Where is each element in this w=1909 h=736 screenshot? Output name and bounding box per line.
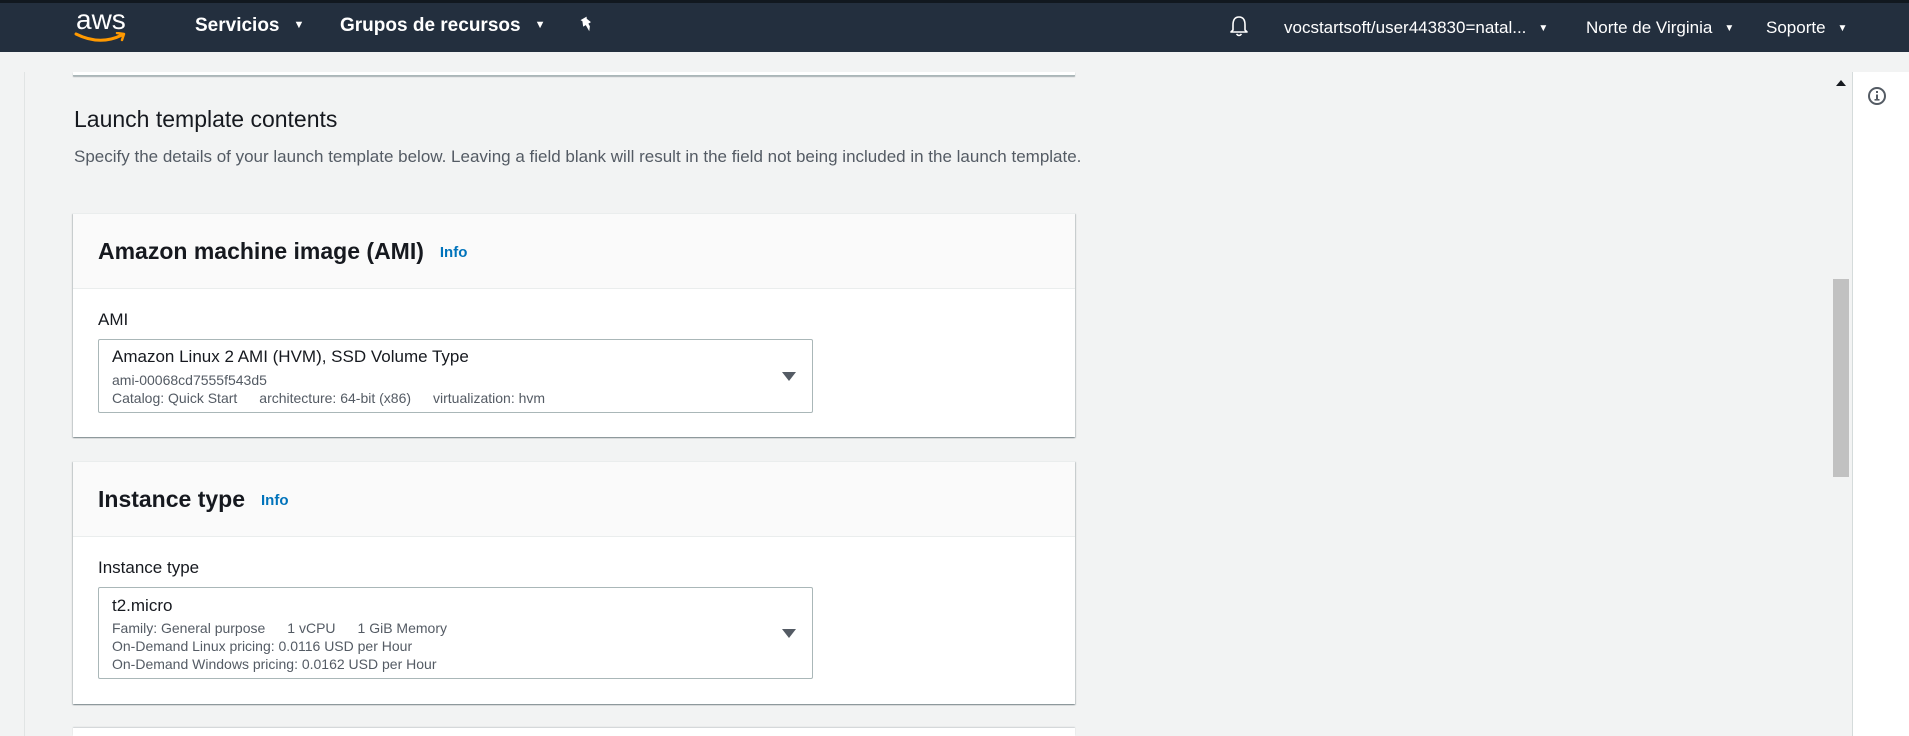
scrollbar-thumb[interactable] [1833, 279, 1849, 477]
instance-vcpu: 1 vCPU [287, 620, 336, 636]
instance-type-select[interactable]: t2.micro Family: General purpose 1 vCPU 1 … [98, 587, 813, 679]
instance-type-card-title: Instance type [98, 486, 245, 512]
instance-type-card-header: Instance type Info [73, 462, 1075, 537]
bell-icon[interactable] [1228, 14, 1250, 38]
next-card-top [73, 728, 1075, 736]
ami-card-header: Amazon machine image (AMI) Info [73, 214, 1075, 289]
chevron-down-icon: ▼ [1538, 23, 1549, 34]
ami-virtualization: virtualization: hvm [433, 390, 546, 406]
chevron-down-icon: ▼ [293, 19, 305, 31]
ami-selected-id: ami-00068cd7555f543d5 [112, 372, 267, 388]
instance-type-card: Instance type Info Instance type t2.micro… [73, 461, 1075, 704]
services-menu[interactable]: Servicios ▼ [195, 15, 304, 37]
ami-field-label: AMI [98, 310, 129, 329]
ami-card-title-row: Amazon machine image (AMI) Info [98, 238, 467, 265]
region-menu[interactable]: Norte de Virginia ▼ [1586, 18, 1734, 38]
ami-architecture: architecture: 64-bit (x86) [259, 390, 412, 406]
chevron-down-icon: ▼ [1724, 23, 1735, 34]
info-circle-icon[interactable] [1867, 86, 1887, 106]
chevron-down-icon: ▼ [1837, 23, 1848, 34]
ami-card: Amazon machine image (AMI) Info AMI Amazo… [73, 213, 1075, 437]
instance-type-selected-name: t2.micro [112, 596, 173, 615]
help-panel-strip [1852, 72, 1909, 736]
caret-down-icon [782, 372, 796, 381]
ami-selected-details: Catalog: Quick Start architecture: 64-bit… [112, 390, 567, 406]
instance-type-card-title-row: Instance type Info [98, 486, 289, 513]
instance-family: Family: General purpose [112, 620, 266, 636]
resource-groups-menu-label: Grupos de recursos [340, 15, 521, 36]
account-menu[interactable]: vocstartsoft/user443830=natal... ▼ [1284, 18, 1548, 38]
scroll-up-arrow-icon[interactable] [1836, 80, 1846, 86]
section-description: Specify the details of your launch templ… [74, 147, 1082, 166]
nav-top-edge [0, 0, 1909, 3]
resource-groups-menu[interactable]: Grupos de recursos ▼ [340, 15, 545, 37]
previous-card-bottom [73, 72, 1075, 76]
account-menu-label: vocstartsoft/user443830=natal... [1284, 18, 1527, 37]
ami-card-title: Amazon machine image (AMI) [98, 238, 424, 264]
aws-smile-icon [74, 32, 126, 42]
services-menu-label: Servicios [195, 15, 280, 36]
ami-selected-name: Amazon Linux 2 AMI (HVM), SSD Volume Typ… [112, 347, 469, 366]
caret-down-icon [782, 629, 796, 638]
instance-type-info-link[interactable]: Info [261, 492, 289, 509]
instance-memory: 1 GiB Memory [357, 620, 447, 636]
instance-linux-pricing: On-Demand Linux pricing: 0.0116 USD per … [112, 638, 413, 654]
top-navigation-bar: aws Servicios ▼ Grupos de recursos ▼ vocst… [0, 0, 1909, 52]
ami-info-link[interactable]: Info [440, 244, 468, 261]
support-menu-label: Soporte [1766, 18, 1826, 37]
section-title: Launch template contents [74, 106, 338, 132]
instance-type-field-label: Instance type [98, 558, 200, 577]
aws-logo[interactable]: aws [74, 4, 130, 44]
support-menu[interactable]: Soporte ▼ [1766, 18, 1847, 38]
chevron-down-icon: ▼ [534, 19, 546, 31]
ami-select[interactable]: Amazon Linux 2 AMI (HVM), SSD Volume Typ… [98, 339, 813, 413]
instance-type-specs: Family: General purpose 1 vCPU 1 GiB Memor… [112, 620, 469, 636]
instance-windows-pricing: On-Demand Windows pricing: 0.0162 USD pe… [112, 656, 437, 672]
ami-catalog: Catalog: Quick Start [112, 390, 238, 406]
pin-icon[interactable] [578, 15, 598, 35]
region-menu-label: Norte de Virginia [1586, 18, 1713, 37]
